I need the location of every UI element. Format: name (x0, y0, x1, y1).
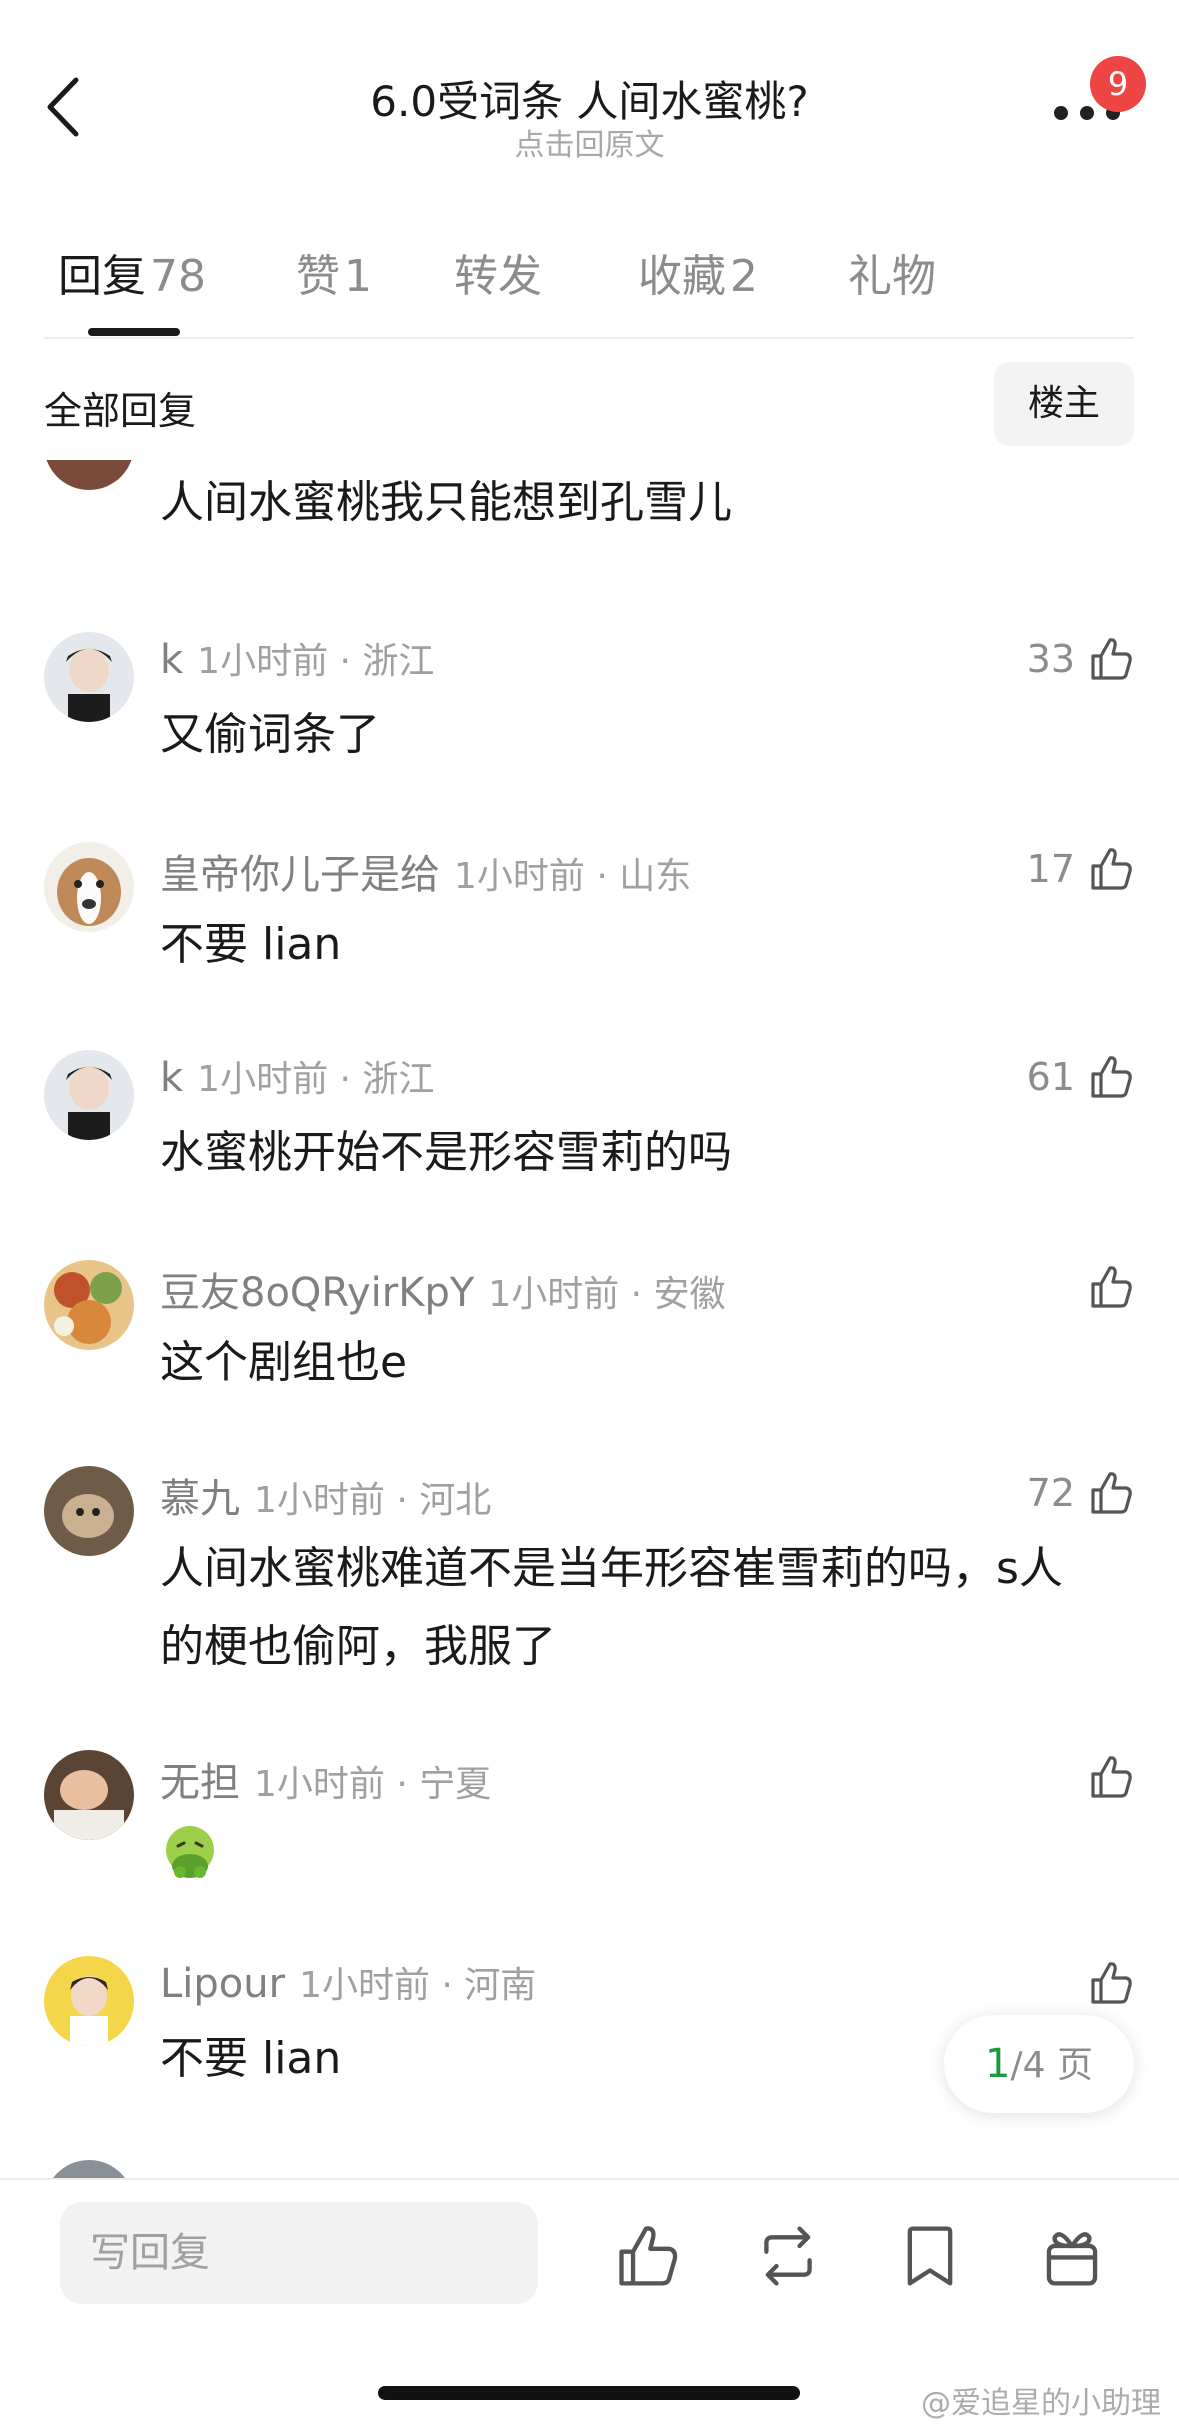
username[interactable]: k (160, 637, 183, 683)
tab-label: 收藏 (638, 251, 726, 302)
avatar[interactable] (44, 1956, 134, 2046)
back-to-original-link[interactable]: 点击回原文 (0, 120, 1179, 164)
tab-reposts[interactable]: 转发 (454, 240, 542, 304)
avatar[interactable] (44, 1750, 134, 1840)
tab-replies[interactable]: 回复78 (58, 240, 206, 304)
like-button[interactable] (1085, 1750, 1135, 1804)
comment-time: 1小时前 · 浙江 (197, 641, 435, 682)
comment-meta: 慕九 1小时前 · 河北 (160, 1466, 491, 1524)
notification-badge[interactable]: 9 (1090, 56, 1146, 112)
thumbs-up-icon (1091, 848, 1132, 890)
like-post-button[interactable] (610, 2220, 682, 2292)
like-count: 61 (1026, 1055, 1075, 1099)
thumbs-up-icon (1091, 1056, 1132, 1098)
tab-label: 赞 (296, 251, 340, 302)
like-count: 33 (1026, 637, 1075, 681)
gift-icon (1046, 2232, 1098, 2286)
active-tab-indicator (88, 328, 180, 336)
comment-time: 1小时前 · 河北 (254, 1480, 492, 1521)
username[interactable]: 豆友8oQRyirKpY (160, 1270, 474, 1316)
bottom-action-bar: 写回复 @爱追星的小助理 (0, 2178, 1179, 2429)
divider (44, 337, 1134, 339)
avatar[interactable] (44, 2160, 134, 2178)
like-button[interactable]: 61 (1027, 1050, 1135, 1104)
like-button[interactable] (1085, 1260, 1135, 1314)
gift-button[interactable] (1036, 2220, 1108, 2292)
comment-text: 不要 lian (160, 919, 342, 970)
tab-favorites[interactable]: 收藏2 (638, 240, 758, 304)
comment-meta: 豆友8oQRyirKpY 1小时前 · 安徽 (160, 1260, 726, 1318)
comment-text: 这个剧组也e (160, 1337, 408, 1388)
comment-time: 1小时前 · 宁夏 (254, 1764, 492, 1805)
comment-text: 又偷词条了 (160, 709, 380, 760)
tab-count: 2 (730, 251, 758, 302)
like-button[interactable]: 33 (1027, 632, 1135, 686)
top-nav-bar: 6.0受词条 人间水蜜桃? 点击回原文 9 (0, 0, 1179, 170)
repost-icon (764, 2226, 812, 2286)
page-indicator[interactable]: 1/4 页 (944, 2015, 1134, 2113)
comment-meta: k 1小时前 · 浙江 (160, 1050, 434, 1102)
favorite-button[interactable] (894, 2220, 966, 2292)
bookmark-icon (907, 2226, 953, 2286)
thumbs-up-icon (1091, 1472, 1132, 1514)
page-total: /4 页 (1010, 2045, 1093, 2086)
username[interactable]: 无担 (160, 1760, 240, 1806)
comment-time: 1小时前 · 安徽 (488, 1274, 726, 1315)
like-button[interactable]: 17 (1027, 842, 1135, 896)
vomit-emoji-icon (166, 1826, 214, 1878)
comment-emoji-text: 🤮 (234, 1882, 235, 1883)
thumbs-up-icon (1091, 1266, 1132, 1308)
username[interactable]: k (160, 1055, 183, 1101)
repost-button[interactable] (752, 2220, 824, 2292)
comment-time: 1小时前 · 山东 (454, 856, 692, 897)
tab-label: 回复 (58, 251, 146, 302)
comment-text: 人间水蜜桃我只能想到孔雪儿 (160, 477, 732, 528)
home-indicator[interactable] (378, 2386, 800, 2400)
avatar[interactable] (44, 1260, 134, 1350)
like-count: 72 (1026, 1471, 1075, 1515)
like-button[interactable] (1085, 1956, 1135, 2010)
comment-meta: 皇帝你儿子是给 1小时前 · 山东 (160, 842, 691, 900)
tab-gifts[interactable]: 礼物 (848, 240, 936, 304)
username[interactable]: 皇帝你儿子是给 (160, 852, 440, 898)
thumbs-up-icon (619, 2226, 678, 2286)
comment-time: 1小时前 · 浙江 (197, 1059, 435, 1100)
comment-meta: k 1小时前 · 浙江 (160, 632, 434, 684)
comment-text: 人间水蜜桃难道不是当年形容崔雪莉的吗，s人的梗也偷阿，我服了 (160, 1543, 1063, 1672)
thumbs-up-icon (1091, 1962, 1132, 2004)
avatar[interactable] (44, 1050, 134, 1140)
tab-likes[interactable]: 赞1 (296, 240, 372, 304)
reply-input[interactable]: 写回复 (60, 2202, 538, 2304)
like-count: 17 (1026, 847, 1075, 891)
username[interactable]: 慕九 (160, 1476, 240, 1522)
username[interactable]: Lipour (160, 1961, 285, 2007)
tab-bar: 回复78 赞1 转发 收藏2 礼物 (0, 240, 1179, 340)
tab-count: 1 (344, 251, 372, 302)
like-button[interactable]: 72 (1027, 1466, 1135, 1520)
owner-only-button[interactable]: 楼主 (994, 362, 1134, 446)
comment-text: 水蜜桃开始不是形容雪莉的吗 (160, 1127, 732, 1178)
all-replies-label: 全部回复 (44, 389, 197, 433)
watermark: @爱追星的小助理 (921, 2386, 1161, 2421)
comment-text: 🤮 (160, 1814, 1100, 1922)
current-page: 1 (985, 2041, 1011, 2087)
tab-count: 78 (150, 251, 206, 302)
tab-label: 转发 (454, 251, 542, 302)
comment-meta: 无担 1小时前 · 宁夏 (160, 1750, 491, 1808)
avatar[interactable] (44, 842, 134, 932)
tab-label: 礼物 (848, 251, 936, 302)
avatar[interactable] (44, 1466, 134, 1556)
comment-time: 1小时前 · 河南 (299, 1965, 537, 2006)
thumbs-up-icon (1091, 1756, 1132, 1798)
comment-meta: Lipour 1小时前 · 河南 (160, 1956, 536, 2008)
avatar[interactable] (44, 460, 134, 490)
comment-list[interactable]: 人间水蜜桃我只能想到孔雪儿 k 1小时前 · 浙江 又偷词条了 33 皇帝你儿子是… (0, 460, 1179, 2178)
avatar[interactable] (44, 632, 134, 722)
thumbs-up-icon (1091, 638, 1132, 680)
